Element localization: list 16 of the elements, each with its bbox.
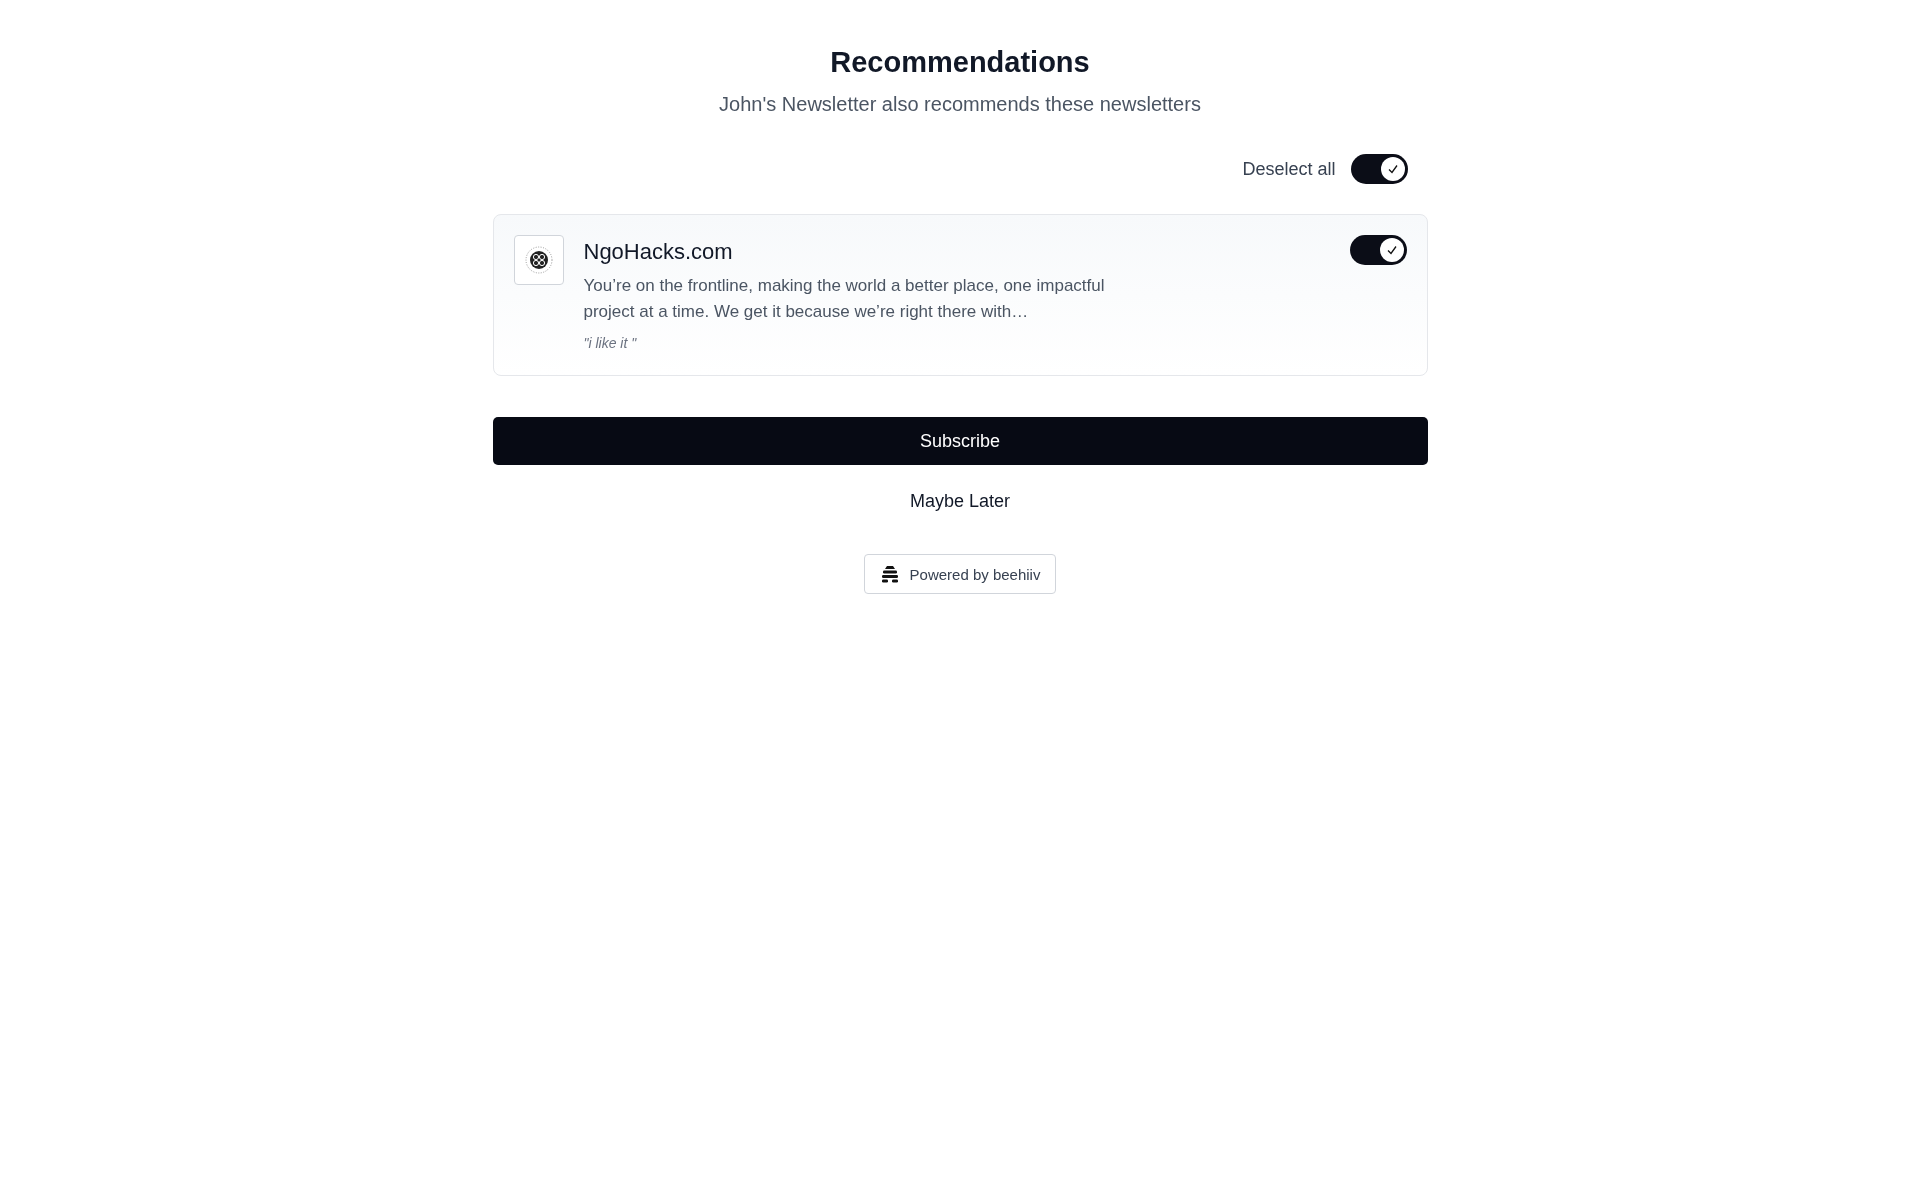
page-subtitle: John's Newsletter also recommends these newsletters	[719, 93, 1201, 116]
newsletter-description: You’re on the frontline, making the world a better place, one impactful project at a time. We get it because we’re right there with…	[583, 275, 1106, 323]
subscribe-button[interactable]: Subscribe	[492, 417, 1428, 465]
deselect-all-toggle[interactable]	[1350, 154, 1408, 184]
beehive-icon	[879, 565, 900, 583]
newsletter-name: NgoHacks.com	[583, 239, 734, 265]
deselect-all-label: Deselect all	[1242, 158, 1336, 180]
logo-icon	[513, 235, 564, 285]
powered-by-link[interactable]: Powered by beehiiv	[863, 554, 1057, 594]
page-title: Recommendations	[830, 46, 1090, 79]
newsletter-toggle[interactable]	[1349, 235, 1407, 265]
check-icon	[1386, 163, 1399, 175]
maybe-later-button[interactable]: Maybe Later	[909, 491, 1011, 512]
check-icon	[1385, 244, 1398, 256]
powered-by-text: Powered by beehiiv	[909, 565, 1041, 583]
newsletter-quote: "i like it "	[583, 335, 638, 353]
